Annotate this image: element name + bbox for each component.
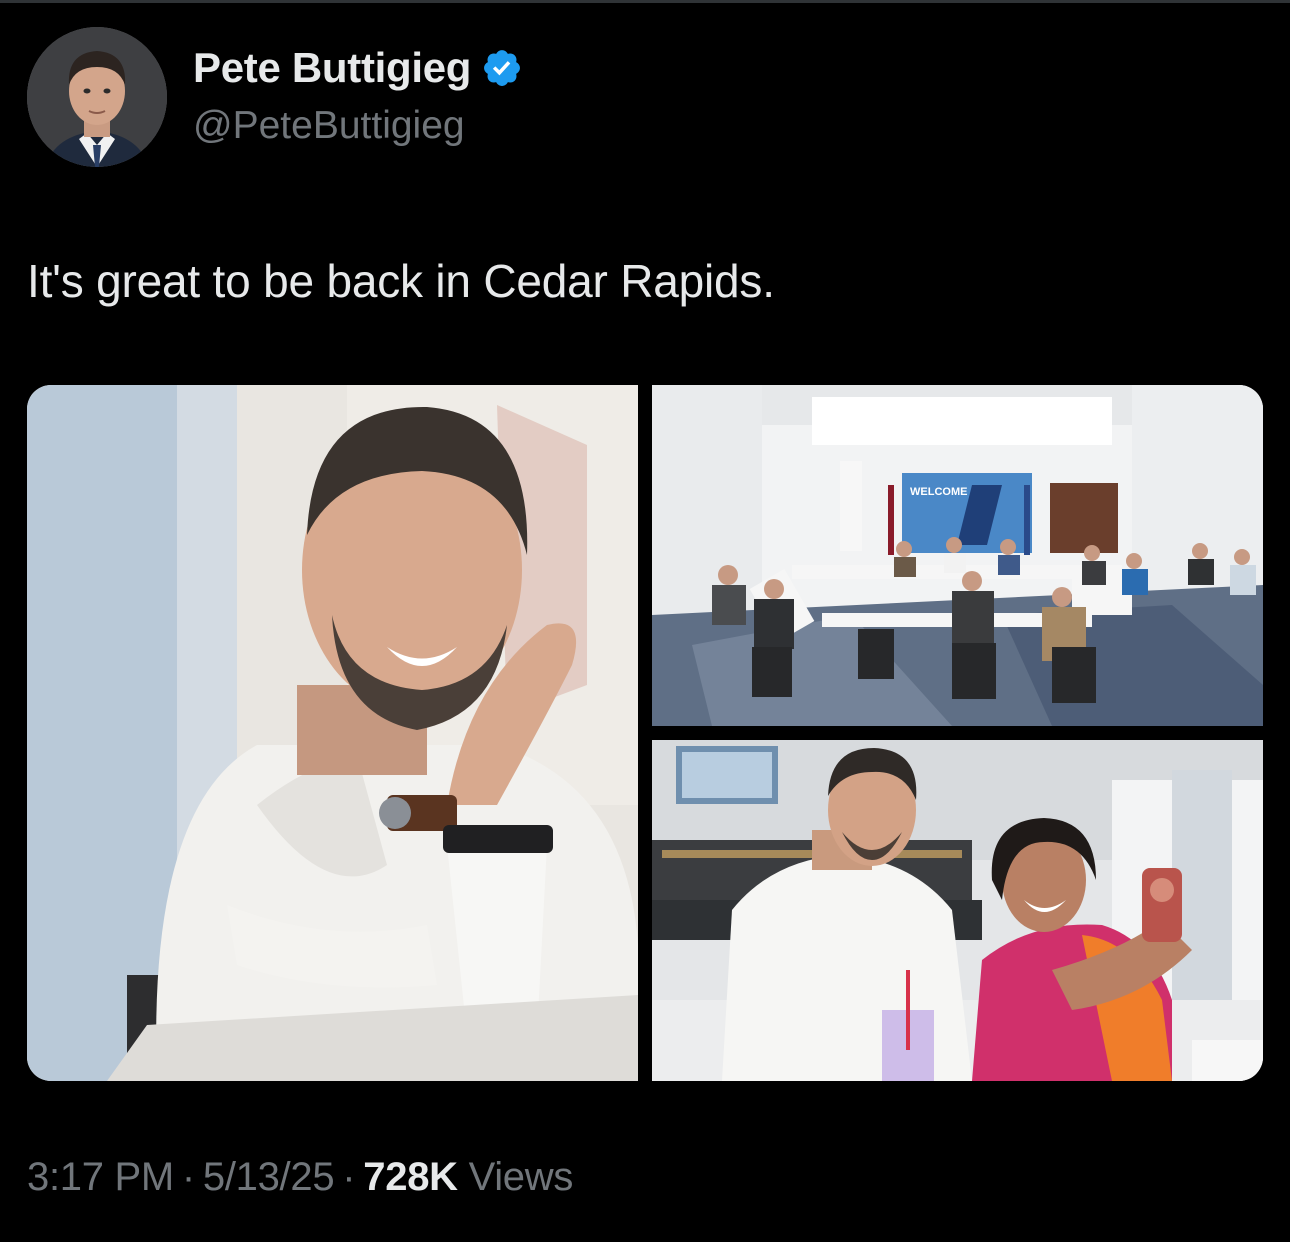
views-count[interactable]: 728K xyxy=(363,1155,458,1199)
meta-separator: · xyxy=(181,1155,195,1199)
avatar[interactable] xyxy=(27,27,167,167)
top-divider xyxy=(0,0,1290,3)
tweet-meta: 3:17 PM · 5/13/25 · 728K Views xyxy=(27,1155,573,1200)
media-photo-meeting-room[interactable]: WELCOME xyxy=(652,385,1263,726)
views-label[interactable]: Views xyxy=(469,1155,574,1199)
media-photo-selfie[interactable] xyxy=(652,740,1263,1081)
welcome-sign-text: WELCOME xyxy=(910,486,967,498)
tweet-time[interactable]: 3:17 PM xyxy=(27,1155,174,1199)
media-photo-portrait[interactable] xyxy=(27,385,638,1081)
verified-badge-icon[interactable] xyxy=(481,47,523,89)
tweet-text: It's great to be back in Cedar Rapids. xyxy=(27,255,775,307)
author-display-name[interactable]: Pete Buttigieg xyxy=(193,44,471,92)
author-name-row[interactable]: Pete Buttigieg xyxy=(193,40,523,96)
avatar-image xyxy=(27,27,167,167)
tweet-date[interactable]: 5/13/25 xyxy=(203,1155,335,1199)
meta-separator: · xyxy=(342,1155,356,1199)
author-handle[interactable]: @PeteButtigieg xyxy=(193,104,465,148)
media-grid: WELCOME xyxy=(27,385,1263,1081)
